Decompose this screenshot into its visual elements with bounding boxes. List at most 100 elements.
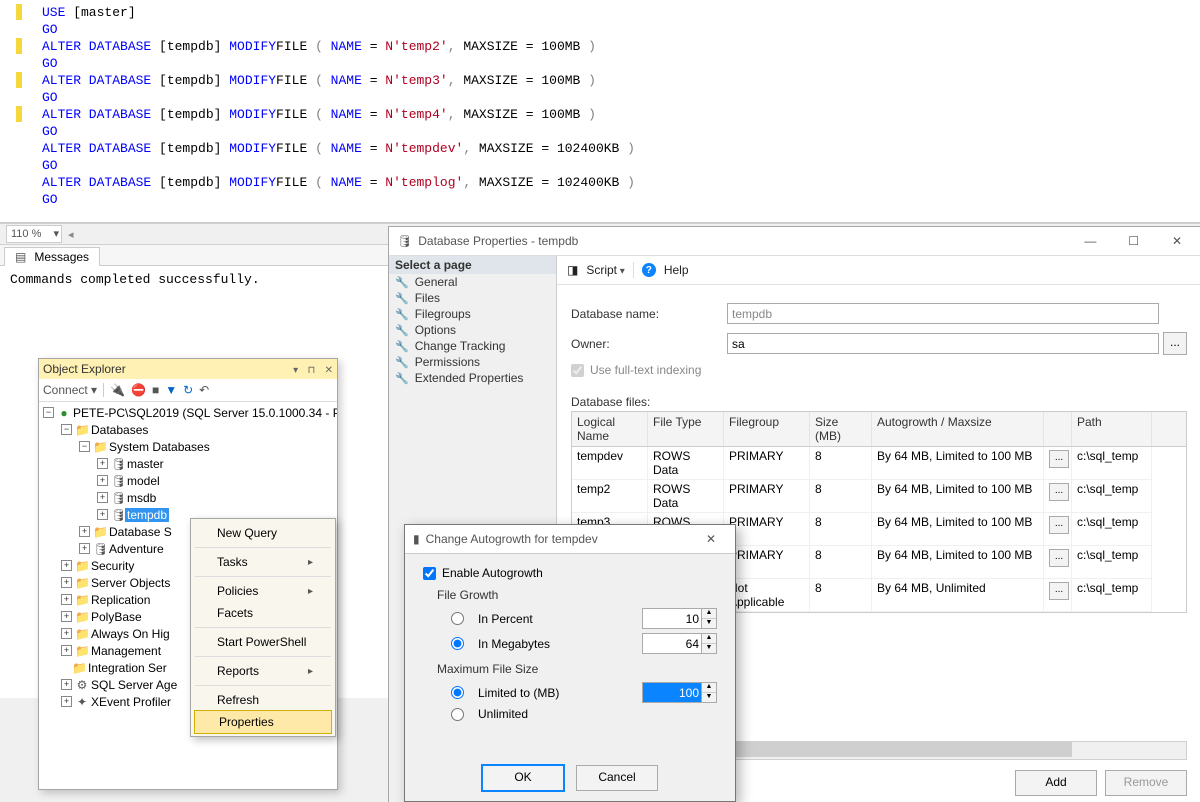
ctx-policies[interactable]: Policies — [193, 580, 333, 602]
close-icon[interactable]: ✕ — [1157, 230, 1197, 252]
refresh-icon[interactable]: ↻ — [183, 383, 193, 397]
cell: c:\sql_temp — [1072, 513, 1152, 546]
autohide-icon[interactable]: ▾ — [293, 365, 298, 376]
dbname-field — [727, 303, 1159, 324]
column-header[interactable]: File Type — [648, 412, 724, 446]
connect-dropdown[interactable]: Connect ▾ — [43, 383, 97, 397]
ellipsis-button[interactable]: ... — [1049, 483, 1069, 501]
tree-msdb-node[interactable]: +🛢msdb — [39, 489, 337, 506]
dialog-icon: ▮ — [413, 532, 420, 546]
ctx-new-query[interactable]: New Query — [193, 522, 333, 544]
owner-field[interactable] — [727, 333, 1159, 354]
sql-editor[interactable]: USE [master]GOALTER DATABASE [tempdb] MO… — [0, 0, 1200, 223]
page-item[interactable]: General — [389, 274, 556, 290]
select-page-header: Select a page — [389, 256, 556, 274]
change-autogrowth-dialog: ▮Change Autogrowth for tempdev ✕ Enable … — [404, 524, 736, 802]
ctx-refresh[interactable]: Refresh — [193, 689, 333, 711]
ctx-reports[interactable]: Reports — [193, 660, 333, 682]
cell: temp2 — [572, 480, 648, 513]
profiler-icon: ✦ — [75, 695, 89, 709]
tree-server-node[interactable]: −●PETE-PC\SQL2019 (SQL Server 15.0.1000.… — [39, 404, 337, 421]
limited-spinner[interactable] — [642, 682, 702, 703]
cell: By 64 MB, Unlimited — [872, 579, 1044, 612]
restore-icon[interactable]: ↶ — [199, 383, 209, 397]
tree-master-node[interactable]: +🛢master — [39, 455, 337, 472]
close-icon[interactable]: ✕ — [325, 365, 333, 376]
dbprops-titlebar[interactable]: 🛢Database Properties - tempdb ― ☐ ✕ — [389, 227, 1200, 256]
unlimited-radio[interactable] — [451, 708, 464, 721]
editor-gutter — [0, 0, 22, 222]
table-row[interactable]: temp2ROWS DataPRIMARY8By 64 MB, Limited … — [572, 480, 1186, 513]
ellipsis-button[interactable]: ... — [1049, 549, 1069, 567]
column-header[interactable]: Logical Name — [572, 412, 648, 446]
agent-icon: ⚙ — [75, 678, 89, 692]
ctx-tasks[interactable]: Tasks — [193, 551, 333, 573]
page-item[interactable]: Files — [389, 290, 556, 306]
disconnect-icon[interactable]: ⛔ — [131, 383, 146, 397]
tempdb-context-menu: New Query Tasks Policies Facets Start Po… — [190, 518, 336, 737]
cell: 8 — [810, 513, 872, 546]
script-dropdown[interactable]: Script — [586, 263, 625, 277]
ctx-powershell[interactable]: Start PowerShell — [193, 631, 333, 653]
ellipsis-button[interactable]: ... — [1049, 516, 1069, 534]
in-mb-radio[interactable] — [451, 637, 464, 650]
autodlg-titlebar[interactable]: ▮Change Autogrowth for tempdev ✕ — [405, 525, 735, 554]
enable-autogrowth-label: Enable Autogrowth — [442, 566, 543, 580]
owner-browse-button[interactable]: ... — [1163, 332, 1187, 355]
ellipsis-button[interactable]: ... — [1049, 582, 1069, 600]
enable-autogrowth-checkbox[interactable] — [423, 567, 436, 580]
ctx-facets[interactable]: Facets — [193, 602, 333, 624]
cancel-button[interactable]: Cancel — [576, 765, 658, 791]
close-icon[interactable]: ✕ — [691, 528, 731, 550]
ok-button[interactable]: OK — [482, 765, 564, 791]
percent-spinner[interactable] — [642, 608, 702, 629]
spinner-arrows-icon[interactable]: ▲▼ — [702, 682, 717, 703]
cell: By 64 MB, Limited to 100 MB — [872, 480, 1044, 513]
mb-spinner[interactable] — [642, 633, 702, 654]
add-file-button[interactable]: Add — [1015, 770, 1097, 796]
spinner-arrows-icon[interactable]: ▲▼ — [702, 633, 717, 654]
messages-tab[interactable]: ▤ Messages — [4, 247, 100, 266]
cell: PRIMARY — [724, 480, 810, 513]
database-icon: 🛢 — [397, 234, 412, 248]
column-header[interactable]: Size (MB) — [810, 412, 872, 446]
in-percent-radio[interactable] — [451, 612, 464, 625]
ctx-properties[interactable]: Properties — [194, 710, 332, 734]
database-icon: 🛢 — [111, 457, 125, 471]
page-item[interactable]: Filegroups — [389, 306, 556, 322]
zoom-dropdown[interactable]: 110 % — [6, 225, 62, 243]
page-item[interactable]: Options — [389, 322, 556, 338]
ellipsis-button[interactable]: ... — [1049, 450, 1069, 468]
column-header[interactable] — [1044, 412, 1072, 446]
page-item[interactable]: Change Tracking — [389, 338, 556, 354]
unlimited-label: Unlimited — [478, 707, 528, 721]
object-explorer-titlebar[interactable]: Object Explorer ▾ ⊓ ✕ — [39, 359, 337, 379]
tree-sysdb-node[interactable]: −📁System Databases — [39, 438, 337, 455]
database-icon: 🛢 — [93, 542, 107, 556]
filter-icon[interactable]: ▼ — [165, 383, 177, 397]
help-icon[interactable]: ? — [642, 263, 656, 277]
owner-label: Owner: — [571, 337, 727, 351]
database-files-label: Database files: — [557, 381, 1200, 411]
minimize-icon[interactable]: ― — [1070, 230, 1110, 252]
cell: 8 — [810, 480, 872, 513]
remove-file-button: Remove — [1105, 770, 1187, 796]
help-label[interactable]: Help — [664, 263, 689, 277]
connect-icon[interactable]: 🔌 — [110, 383, 125, 397]
cell: 8 — [810, 447, 872, 480]
limited-radio[interactable] — [451, 686, 464, 699]
messages-icon: ▤ — [15, 250, 27, 264]
pin-icon[interactable]: ⊓ — [307, 365, 315, 376]
page-item[interactable]: Extended Properties — [389, 370, 556, 386]
tree-model-node[interactable]: +🛢model — [39, 472, 337, 489]
table-row[interactable]: tempdevROWS DataPRIMARY8By 64 MB, Limite… — [572, 447, 1186, 480]
spinner-arrows-icon[interactable]: ▲▼ — [702, 608, 717, 629]
column-header[interactable]: Filegroup — [724, 412, 810, 446]
cell: By 64 MB, Limited to 100 MB — [872, 513, 1044, 546]
maximize-icon[interactable]: ☐ — [1114, 230, 1154, 252]
tree-databases-node[interactable]: −📁Databases — [39, 421, 337, 438]
stop-icon[interactable]: ■ — [152, 383, 159, 397]
column-header[interactable]: Autogrowth / Maxsize — [872, 412, 1044, 446]
page-item[interactable]: Permissions — [389, 354, 556, 370]
column-header[interactable]: Path — [1072, 412, 1152, 446]
